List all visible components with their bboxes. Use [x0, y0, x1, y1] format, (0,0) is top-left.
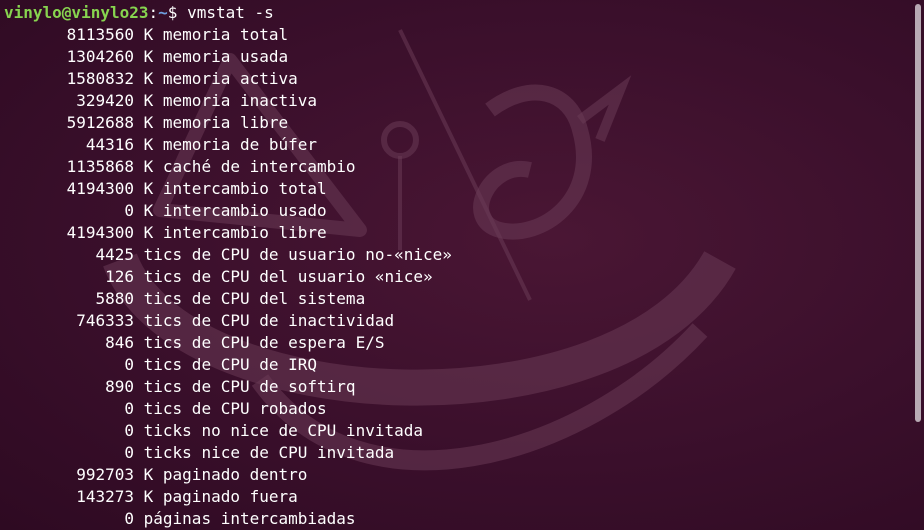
scrollbar-thumb[interactable]	[915, 4, 921, 422]
output-value: 143273	[76, 487, 134, 506]
output-value: 0	[124, 421, 134, 440]
output-value: 126	[105, 267, 134, 286]
output-label: tics de CPU del usuario «nice»	[143, 267, 433, 286]
output-value: 329420	[76, 91, 134, 110]
output-row: 0 K intercambio usado	[4, 200, 908, 222]
output-label: K caché de intercambio	[143, 157, 356, 176]
output-value: 5880	[95, 289, 134, 308]
output-row: 0 ticks no nice de CPU invitada	[4, 420, 908, 442]
output-label: K intercambio total	[143, 179, 327, 198]
output-value: 992703	[76, 465, 134, 484]
output-label: ticks no nice de CPU invitada	[143, 421, 423, 440]
output-label: K intercambio usado	[143, 201, 327, 220]
output-value: 846	[105, 333, 134, 352]
output-label: ticks nice de CPU invitada	[143, 443, 395, 462]
output-row: 992703 K paginado dentro	[4, 464, 908, 486]
prompt-symbol: $	[167, 3, 178, 22]
terminal-window[interactable]: vinylo@vinylo23:~$ vmstat -s 8113560 K m…	[0, 0, 924, 530]
output-row: 0 tics de CPU robados	[4, 398, 908, 420]
output-value: 0	[124, 201, 134, 220]
output-label: K memoria libre	[143, 113, 289, 132]
output-value: 5912688	[66, 113, 134, 132]
output-value: 1304260	[66, 47, 134, 66]
output-value: 0	[124, 509, 134, 528]
scrollbar[interactable]	[912, 0, 924, 530]
output-value: 1135868	[66, 157, 134, 176]
output-value: 1580832	[66, 69, 134, 88]
output-value: 0	[124, 399, 134, 418]
output-label: K memoria activa	[143, 69, 298, 88]
output-row: 746333 tics de CPU de inactividad	[4, 310, 908, 332]
output-row: 4194300 K intercambio total	[4, 178, 908, 200]
output-value: 0	[124, 355, 134, 374]
output-value: 0	[124, 443, 134, 462]
output-label: tics de CPU de IRQ	[143, 355, 318, 374]
output-row: 8113560 K memoria total	[4, 24, 908, 46]
prompt-path: ~	[158, 3, 168, 22]
output-row: 0 páginas intercambiadas	[4, 508, 908, 530]
output-row: 4194300 K intercambio libre	[4, 222, 908, 244]
output-label: tics de CPU de inactividad	[143, 311, 395, 330]
output-value: 44316	[85, 135, 134, 154]
output-label: tics de CPU de usuario no-«nice»	[143, 245, 452, 264]
output-label: K paginado dentro	[143, 465, 308, 484]
output-row: 5912688 K memoria libre	[4, 112, 908, 134]
output-value: 8113560	[66, 25, 134, 44]
output-row: 143273 K paginado fuera	[4, 486, 908, 508]
output-row: 4425 tics de CPU de usuario no-«nice»	[4, 244, 908, 266]
prompt-command: vmstat -s	[187, 3, 274, 22]
output-label: páginas intercambiadas	[143, 509, 356, 528]
output-row: 0 tics de CPU de IRQ	[4, 354, 908, 376]
output-label: tics de CPU del sistema	[143, 289, 366, 308]
output-value: 4194300	[66, 179, 134, 198]
prompt-separator: :	[148, 3, 159, 22]
prompt-line: vinylo@vinylo23:~$ vmstat -s	[4, 2, 908, 24]
output-row: 126 tics de CPU del usuario «nice»	[4, 266, 908, 288]
output-value: 746333	[76, 311, 134, 330]
output-row: 846 tics de CPU de espera E/S	[4, 332, 908, 354]
output-label: K memoria usada	[143, 47, 289, 66]
output-row: 5880 tics de CPU del sistema	[4, 288, 908, 310]
output-row: 0 ticks nice de CPU invitada	[4, 442, 908, 464]
output-value: 4425	[95, 245, 134, 264]
output-row: 1135868 K caché de intercambio	[4, 156, 908, 178]
output-row: 329420 K memoria inactiva	[4, 90, 908, 112]
output-label: tics de CPU robados	[143, 399, 327, 418]
output-label: K paginado fuera	[143, 487, 298, 506]
output-value: 890	[105, 377, 134, 396]
output-row: 1580832 K memoria activa	[4, 68, 908, 90]
output-value: 4194300	[66, 223, 134, 242]
output-label: K memoria total	[143, 25, 289, 44]
output-label: tics de CPU de softirq	[143, 377, 356, 396]
terminal-output: vinylo@vinylo23:~$ vmstat -s 8113560 K m…	[4, 2, 908, 530]
output-row: 44316 K memoria de búfer	[4, 134, 908, 156]
output-label: K memoria inactiva	[143, 91, 318, 110]
output-label: K memoria de búfer	[143, 135, 318, 154]
output-label: tics de CPU de espera E/S	[143, 333, 385, 352]
output-label: K intercambio libre	[143, 223, 327, 242]
output-row: 1304260 K memoria usada	[4, 46, 908, 68]
prompt-user-host: vinylo@vinylo23	[4, 3, 149, 22]
output-row: 890 tics de CPU de softirq	[4, 376, 908, 398]
